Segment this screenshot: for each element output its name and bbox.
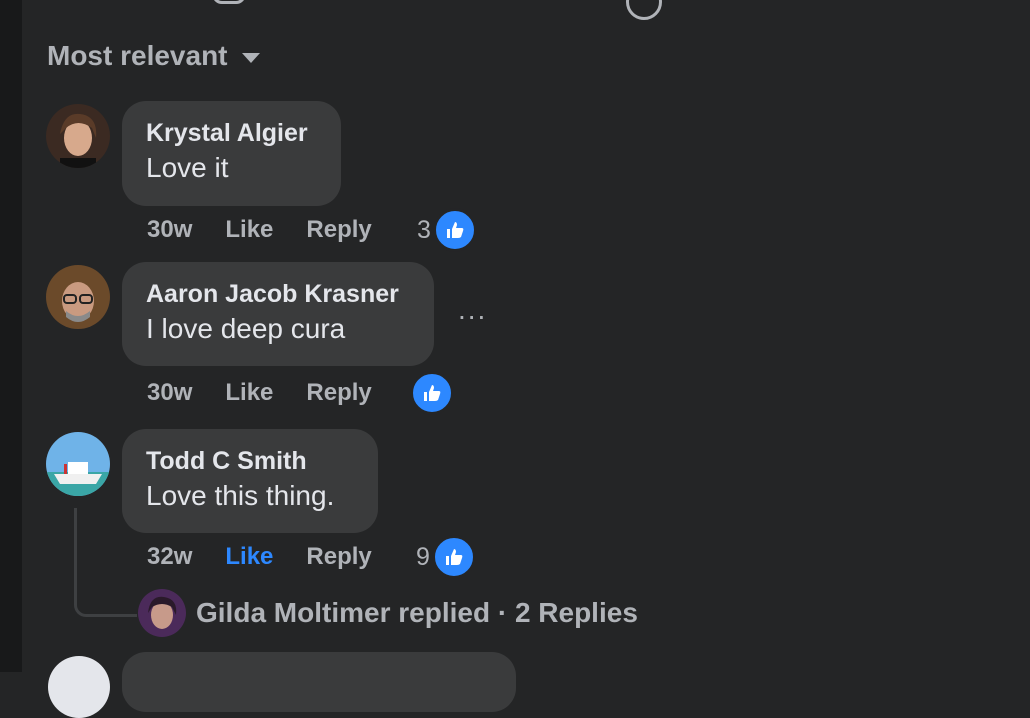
comment-bubble <box>122 652 516 712</box>
avatar[interactable] <box>46 265 110 329</box>
avatar[interactable] <box>46 432 110 496</box>
reaction-count[interactable]: 3 <box>417 216 431 245</box>
like-button[interactable]: Like <box>225 379 273 407</box>
sort-label: Most relevant <box>47 40 228 71</box>
comment-text: Love this thing. <box>146 480 335 511</box>
avatar[interactable] <box>46 104 110 168</box>
left-rail <box>0 0 22 672</box>
comment-bubble: Todd C Smith Love this thing. <box>122 429 378 533</box>
comment-time[interactable]: 32w <box>147 543 192 571</box>
comment-icon[interactable] <box>626 0 662 20</box>
avatar <box>138 589 186 637</box>
reaction-bar-partial <box>0 0 1030 20</box>
comment-actions: 30w Like Reply <box>147 379 372 407</box>
comment-author[interactable]: Krystal Algier <box>146 117 317 149</box>
comment-author[interactable]: Aaron Jacob Krasner <box>146 278 410 310</box>
chevron-down-icon <box>241 53 260 63</box>
reply-button[interactable]: Reply <box>306 216 371 244</box>
avatar[interactable] <box>48 656 110 718</box>
comment-actions: 32w Like Reply <box>147 543 372 571</box>
like-button[interactable]: Like <box>225 543 273 571</box>
replies-summary: Gilda Moltimer replied · 2 Replies <box>196 597 638 628</box>
reply-button[interactable]: Reply <box>306 379 371 407</box>
like-thumb-icon[interactable] <box>432 535 476 579</box>
sort-dropdown[interactable]: Most relevant <box>47 40 260 72</box>
like-thumb-icon[interactable] <box>410 371 454 415</box>
like-thumb-icon[interactable] <box>433 208 477 252</box>
reaction-count[interactable]: 9 <box>416 543 430 572</box>
comment-actions: 30w Like Reply <box>147 216 372 244</box>
comment-bubble: Krystal Algier Love it <box>122 101 341 206</box>
view-replies-link[interactable]: Gilda Moltimer replied · 2 Replies <box>138 589 638 637</box>
comment-time[interactable]: 30w <box>147 216 192 244</box>
more-options-icon[interactable]: ... <box>458 296 487 324</box>
comment-text: I love deep cura <box>146 313 346 344</box>
like-icon[interactable] <box>212 0 246 4</box>
comment-text: Love it <box>146 152 229 183</box>
reply-button[interactable]: Reply <box>306 543 371 571</box>
comment-author[interactable]: Todd C Smith <box>146 445 354 477</box>
comment-bubble: Aaron Jacob Krasner I love deep cura <box>122 262 434 366</box>
comment-time[interactable]: 30w <box>147 379 192 407</box>
like-button[interactable]: Like <box>225 216 273 244</box>
